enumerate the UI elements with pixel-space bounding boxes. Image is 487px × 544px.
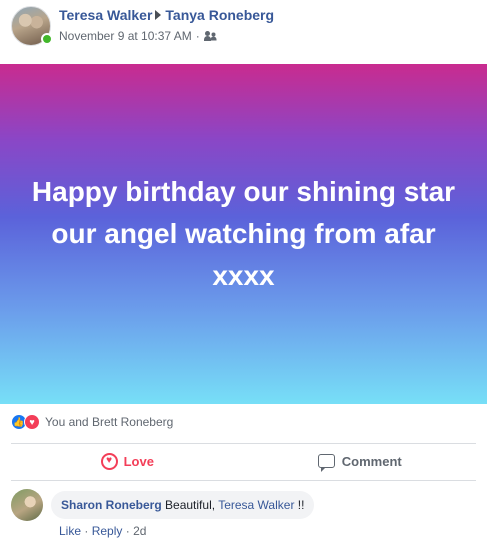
love-reaction-icon: ♥ bbox=[24, 414, 40, 430]
love-button-label: Love bbox=[123, 453, 154, 469]
divider bbox=[11, 443, 476, 444]
post-timestamp[interactable]: November 9 at 10:37 AM bbox=[59, 29, 192, 43]
post-names: Teresa Walker Tanya Roneberg bbox=[59, 7, 274, 23]
comment-reply-link[interactable]: Reply bbox=[92, 524, 123, 538]
meta-separator: · bbox=[195, 29, 200, 43]
post-header: Teresa Walker Tanya Roneberg November 9 a… bbox=[0, 0, 487, 64]
comment-author-link[interactable]: Sharon Roneberg bbox=[61, 498, 162, 512]
commenter-avatar[interactable] bbox=[11, 489, 43, 521]
post-text: Happy birthday our shining star our ange… bbox=[31, 176, 456, 291]
comment-mention-link[interactable]: Teresa Walker bbox=[218, 498, 294, 512]
comment-button-label: Comment bbox=[341, 453, 402, 469]
heart-icon: ♥ bbox=[100, 452, 118, 470]
friends-audience-icon[interactable] bbox=[203, 31, 218, 41]
reactions-label[interactable]: You and Brett Roneberg bbox=[45, 415, 173, 429]
post-actions-bar: ♥ Love Comment bbox=[11, 445, 476, 477]
comment-button[interactable]: Comment bbox=[244, 445, 477, 477]
post-background-banner: Happy birthday our shining star our ange… bbox=[0, 64, 487, 404]
comment-age[interactable]: 2d bbox=[133, 524, 146, 538]
comment-like-link[interactable]: Like bbox=[59, 524, 81, 538]
online-status-icon bbox=[41, 33, 53, 45]
comment-actions: Like · Reply · 2d bbox=[59, 524, 146, 538]
comment-suffix: !! bbox=[297, 498, 305, 512]
target-name-link[interactable]: Tanya Roneberg bbox=[165, 7, 274, 23]
divider bbox=[11, 480, 476, 481]
love-button[interactable]: ♥ Love bbox=[11, 445, 244, 477]
comment-text: Beautiful, bbox=[165, 498, 216, 512]
comment-actions-separator: · bbox=[84, 524, 89, 538]
reactions-summary[interactable]: 👍 ♥ You and Brett Roneberg bbox=[11, 414, 173, 430]
post-meta: November 9 at 10:37 AM · bbox=[59, 29, 218, 43]
comment-icon bbox=[317, 454, 335, 472]
author-name-link[interactable]: Teresa Walker bbox=[59, 7, 152, 23]
comment-bubble: Sharon Roneberg Beautiful, Teresa Walker… bbox=[51, 491, 315, 519]
comment-actions-separator: · bbox=[125, 524, 130, 538]
arrow-right-icon bbox=[155, 10, 162, 20]
